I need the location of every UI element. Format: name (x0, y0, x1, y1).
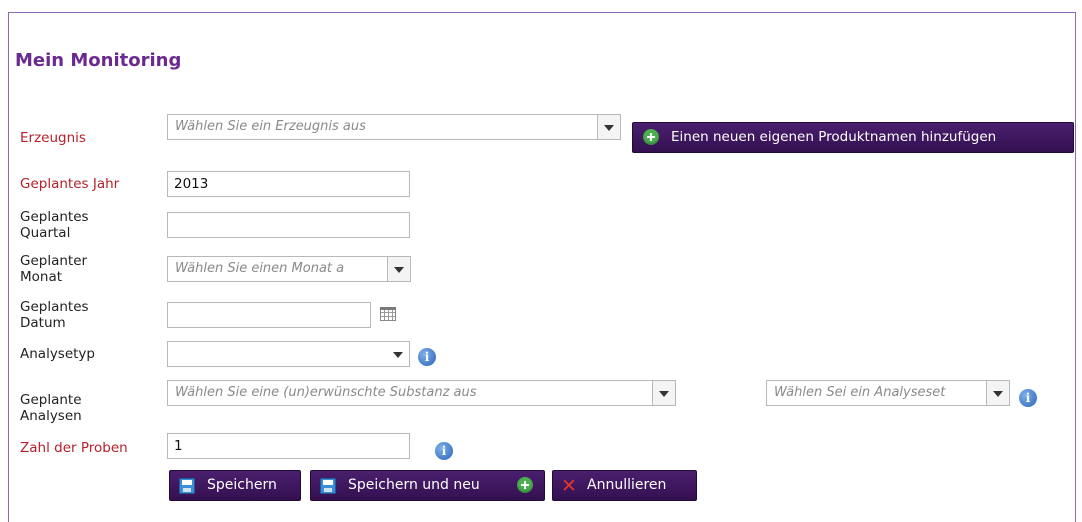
quartal-label: Geplantes Quartal (20, 209, 89, 241)
monat-label-line2: Monat (20, 269, 63, 285)
cancel-button-label: Annullieren (587, 477, 667, 493)
save-button[interactable]: Speichern (169, 470, 301, 501)
erzeugnis-dropdown-arrow-icon[interactable] (597, 115, 620, 139)
datum-label-line1: Geplantes (20, 299, 89, 315)
erzeugnis-label: Erzeugnis (20, 130, 86, 146)
plus-circle-icon (643, 129, 659, 145)
analysen-label: Geplante Analysen (20, 392, 82, 424)
proben-label: Zahl der Proben (20, 440, 128, 456)
analysetyp-select[interactable] (167, 341, 410, 367)
analysetyp-dropdown-arrow-icon (387, 342, 405, 366)
analysetyp-info-icon[interactable]: i (418, 348, 436, 366)
monat-placeholder: Wählen Sie einen Monat a (175, 261, 345, 276)
substanz-combobox[interactable]: Wählen Sie eine (un)erwünschte Substanz … (167, 380, 676, 406)
save-button-label: Speichern (207, 477, 277, 493)
add-product-name-button[interactable]: Einen neuen eigenen Produktnamen hinzufü… (632, 122, 1074, 153)
plus-circle-icon (517, 477, 533, 493)
analysen-label-line1: Geplante (20, 392, 82, 408)
datum-input[interactable] (167, 302, 371, 328)
cancel-button[interactable]: ✕ Annullieren (552, 470, 697, 501)
quartal-input[interactable] (167, 212, 410, 238)
substanz-dropdown-arrow-icon[interactable] (652, 381, 675, 405)
save-and-new-button-label: Speichern und neu (348, 477, 480, 493)
erzeugnis-placeholder: Wählen Sie ein Erzeugnis aus (175, 119, 366, 134)
monat-dropdown-arrow-icon[interactable] (387, 257, 410, 281)
monat-label: Geplanter Monat (20, 253, 87, 285)
quartal-label-line1: Geplantes (20, 209, 89, 225)
datum-label: Geplantes Datum (20, 299, 89, 331)
substanz-placeholder: Wählen Sie eine (un)erwünschte Substanz … (175, 385, 477, 400)
floppy-disk-icon (179, 478, 195, 494)
save-and-new-button[interactable]: Speichern und neu (310, 470, 545, 501)
analyseset-placeholder: Wählen Sei ein Analyseset (774, 385, 946, 400)
floppy-disk-icon (320, 478, 336, 494)
close-icon: ✕ (561, 475, 577, 497)
quartal-label-line2: Quartal (20, 225, 71, 241)
proben-info-icon[interactable]: i (435, 442, 453, 460)
analysen-label-line2: Analysen (20, 408, 82, 424)
proben-input[interactable]: 1 (167, 433, 410, 459)
jahr-label: Geplantes Jahr (20, 176, 120, 192)
calendar-icon[interactable] (380, 307, 396, 321)
analysetyp-label: Analysetyp (20, 346, 95, 362)
monat-combobox[interactable]: Wählen Sie einen Monat a (167, 256, 411, 282)
add-product-name-label: Einen neuen eigenen Produktnamen hinzufü… (671, 129, 997, 145)
page-title: Mein Monitoring (15, 50, 182, 71)
analyseset-dropdown-arrow-icon[interactable] (986, 381, 1009, 405)
analyseset-info-icon[interactable]: i (1019, 389, 1037, 407)
datum-label-line2: Datum (20, 315, 66, 331)
erzeugnis-combobox[interactable]: Wählen Sie ein Erzeugnis aus (167, 114, 621, 140)
analyseset-combobox[interactable]: Wählen Sei ein Analyseset (766, 380, 1010, 406)
jahr-input[interactable]: 2013 (167, 171, 410, 197)
monat-label-line1: Geplanter (20, 253, 88, 269)
